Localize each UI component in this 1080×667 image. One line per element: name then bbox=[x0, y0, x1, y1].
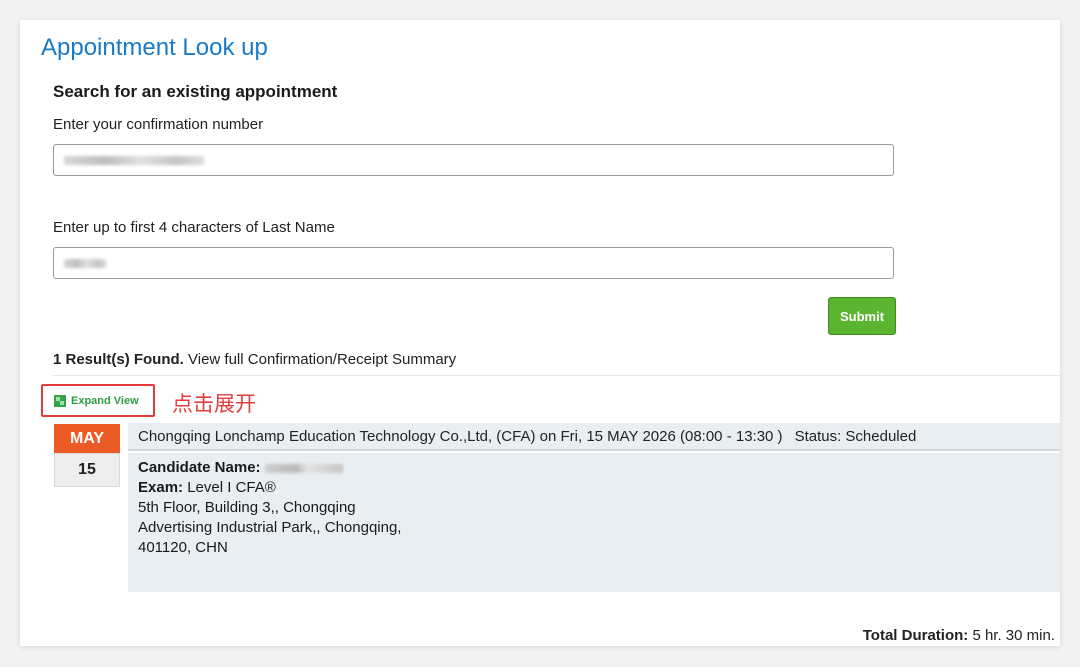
expand-view-label: Expand View bbox=[71, 394, 139, 407]
redacted-last-name-value bbox=[64, 258, 106, 268]
redacted-confirmation-value bbox=[64, 155, 204, 165]
appointment-month: MAY bbox=[54, 424, 120, 453]
candidate-row: Candidate Name: bbox=[138, 458, 1050, 478]
appointment-status: Status: Scheduled bbox=[794, 427, 917, 445]
section-subtitle: Search for an existing appointment bbox=[53, 82, 338, 101]
submit-button[interactable]: Submit bbox=[828, 297, 896, 335]
expand-view-button[interactable]: Expand View bbox=[41, 384, 155, 417]
appointment-body: Candidate Name: Exam: Level I CFA® 5th F… bbox=[128, 453, 1060, 592]
appointment-day: 15 bbox=[54, 453, 120, 487]
address-line-2: Advertising Industrial Park,, Chongqing, bbox=[138, 519, 402, 536]
results-summary: 1 Result(s) Found. View full Confirmatio… bbox=[53, 351, 456, 368]
total-duration: Total Duration: 5 hr. 30 min. bbox=[863, 627, 1055, 644]
results-divider bbox=[53, 375, 1060, 376]
appointment-lookup-card: Appointment Look up Search for an existi… bbox=[20, 20, 1060, 646]
candidate-name-label: Candidate Name: bbox=[138, 459, 261, 476]
last-name-label: Enter up to first 4 characters of Last N… bbox=[53, 219, 335, 236]
exam-label: Exam: bbox=[138, 479, 184, 496]
last-name-input[interactable] bbox=[53, 247, 894, 279]
expand-icon bbox=[54, 394, 66, 407]
view-summary-link[interactable]: View full Confirmation/Receipt Summary bbox=[188, 351, 456, 368]
click-to-expand-annotation: 点击展开 bbox=[172, 392, 256, 416]
address-line-3: 401120, CHN bbox=[138, 539, 228, 556]
address-line-1: 5th Floor, Building 3,, Chongqing bbox=[138, 499, 356, 516]
redacted-candidate-name bbox=[264, 463, 343, 473]
results-count: 1 Result(s) Found. bbox=[53, 351, 184, 368]
page-title: Appointment Look up bbox=[41, 34, 268, 61]
exam-row: Exam: Level I CFA® bbox=[138, 478, 1050, 498]
exam-value: Level I CFA® bbox=[187, 479, 276, 496]
total-duration-value: 5 hr. 30 min. bbox=[972, 627, 1055, 644]
confirmation-number-input[interactable] bbox=[53, 144, 894, 176]
appointment-details: Chongqing Lonchamp Education Technology … bbox=[138, 427, 783, 445]
appointment-header: Chongqing Lonchamp Education Technology … bbox=[128, 423, 1060, 451]
total-duration-label: Total Duration: bbox=[862, 627, 969, 644]
confirmation-number-label: Enter your confirmation number bbox=[53, 116, 264, 133]
